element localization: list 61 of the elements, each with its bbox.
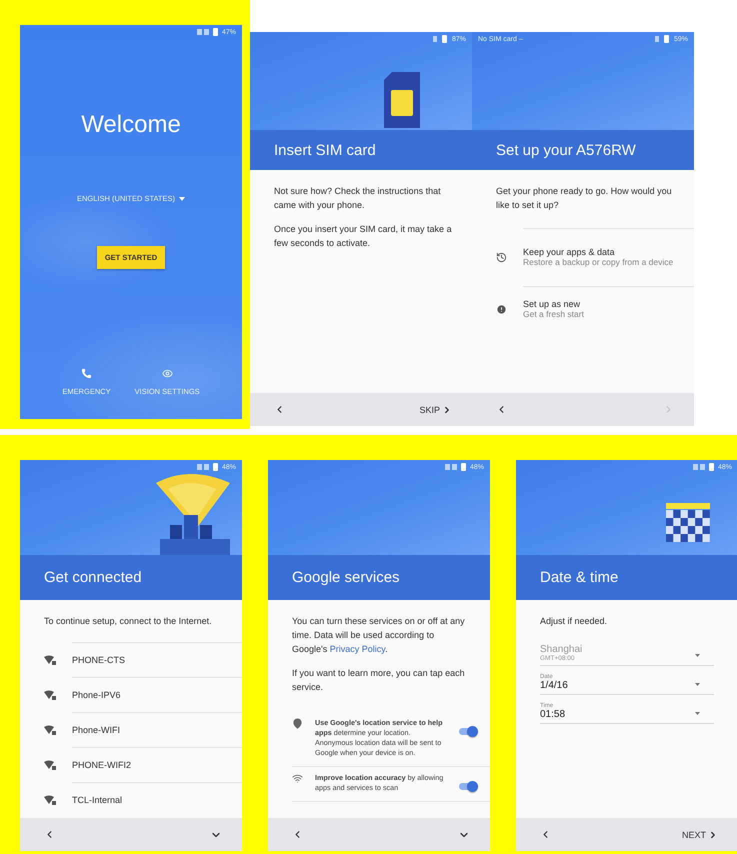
network-name: PHONE-CTS xyxy=(72,655,126,665)
field-value: 1/4/16 xyxy=(540,680,568,691)
wifi-network[interactable]: PHONE-WIFI2 xyxy=(44,747,242,782)
wifi-network[interactable]: PHONE-CTS xyxy=(44,642,242,677)
option-subtitle: Restore a backup or copy from a device xyxy=(523,257,674,268)
setup-option[interactable]: Set up as new Get a fresh start xyxy=(496,286,694,332)
next-button[interactable]: NEXT xyxy=(680,828,720,842)
chevron-right-icon xyxy=(442,404,452,414)
status-icons xyxy=(196,463,219,471)
option-title: Set up as new xyxy=(523,299,582,309)
status-icons xyxy=(444,463,467,471)
network-name: TCL-Internal xyxy=(72,795,124,805)
option-title: Keep your apps & data xyxy=(523,247,616,257)
screen-title: Get connected xyxy=(44,569,142,586)
toggle-switch[interactable] xyxy=(458,726,478,737)
screen-title: Date & time xyxy=(540,569,618,586)
body-text: To continue setup, connect to the Internet. xyxy=(44,615,213,628)
next-button[interactable]: SKIP xyxy=(417,402,454,416)
body-text: Get your phone ready to go. How would you like to set it up? xyxy=(496,185,673,212)
wifi-lock-icon xyxy=(44,654,56,664)
network-name: Phone-IPV6 xyxy=(72,690,122,700)
screen-title: Set up your A576RW xyxy=(496,142,636,158)
sim-card-illustration xyxy=(382,72,422,128)
status-icons xyxy=(654,35,671,43)
screen-title: Insert SIM card xyxy=(274,142,376,158)
body-text: Not sure how? Check the instructions that came with your phone. xyxy=(274,185,442,212)
wifi-lock-icon xyxy=(44,724,56,734)
wifi-network[interactable]: Phone-WIFI xyxy=(44,712,242,747)
calendar-illustration xyxy=(666,503,710,543)
toggle-switch[interactable] xyxy=(458,781,478,792)
history-icon xyxy=(496,252,507,262)
intro-text: You can turn these services on or off at any time. Data will be used according to Google's Privacy Policy. xyxy=(292,615,466,656)
phone-icon xyxy=(80,368,92,379)
screen-title: Google services xyxy=(292,569,400,586)
privacy-policy-link[interactable]: Privacy Policy xyxy=(330,644,386,654)
status-icons xyxy=(432,35,449,43)
body-text: Adjust if needed. xyxy=(540,615,608,628)
wifi-network[interactable]: TCL-Internal xyxy=(44,782,242,817)
status-icons xyxy=(692,463,715,471)
wifi-lock-icon xyxy=(44,794,56,804)
chevron-right-icon xyxy=(708,830,718,840)
eye-icon xyxy=(162,368,173,379)
location-pin-icon xyxy=(292,718,303,729)
wifi-network[interactable]: Phone-IPV6 xyxy=(44,677,242,712)
option-subtitle: Get a fresh start xyxy=(523,309,585,320)
setup-option[interactable]: Keep your apps & data Restore a backup or copy from a device xyxy=(496,228,694,286)
body-text: Once you insert your SIM card, it may take a few seconds to activate. xyxy=(274,223,453,250)
wifi-lock-icon xyxy=(44,760,56,770)
network-name: PHONE-WIFI2 xyxy=(72,760,132,770)
caret-icon xyxy=(695,654,700,657)
caret-icon xyxy=(695,683,700,686)
alert-icon xyxy=(496,304,507,314)
status-icons xyxy=(196,28,219,36)
caret-icon xyxy=(179,196,186,200)
caret-icon xyxy=(695,712,700,715)
wifi-lock-icon xyxy=(44,690,56,700)
body-text: If you want to learn more, you can tap each service. xyxy=(292,667,466,694)
network-name: Phone-WIFI xyxy=(72,725,122,735)
field-value: 01:58 xyxy=(540,709,566,720)
wifi-icon xyxy=(292,773,303,784)
welcome-title: Welcome xyxy=(81,111,181,139)
